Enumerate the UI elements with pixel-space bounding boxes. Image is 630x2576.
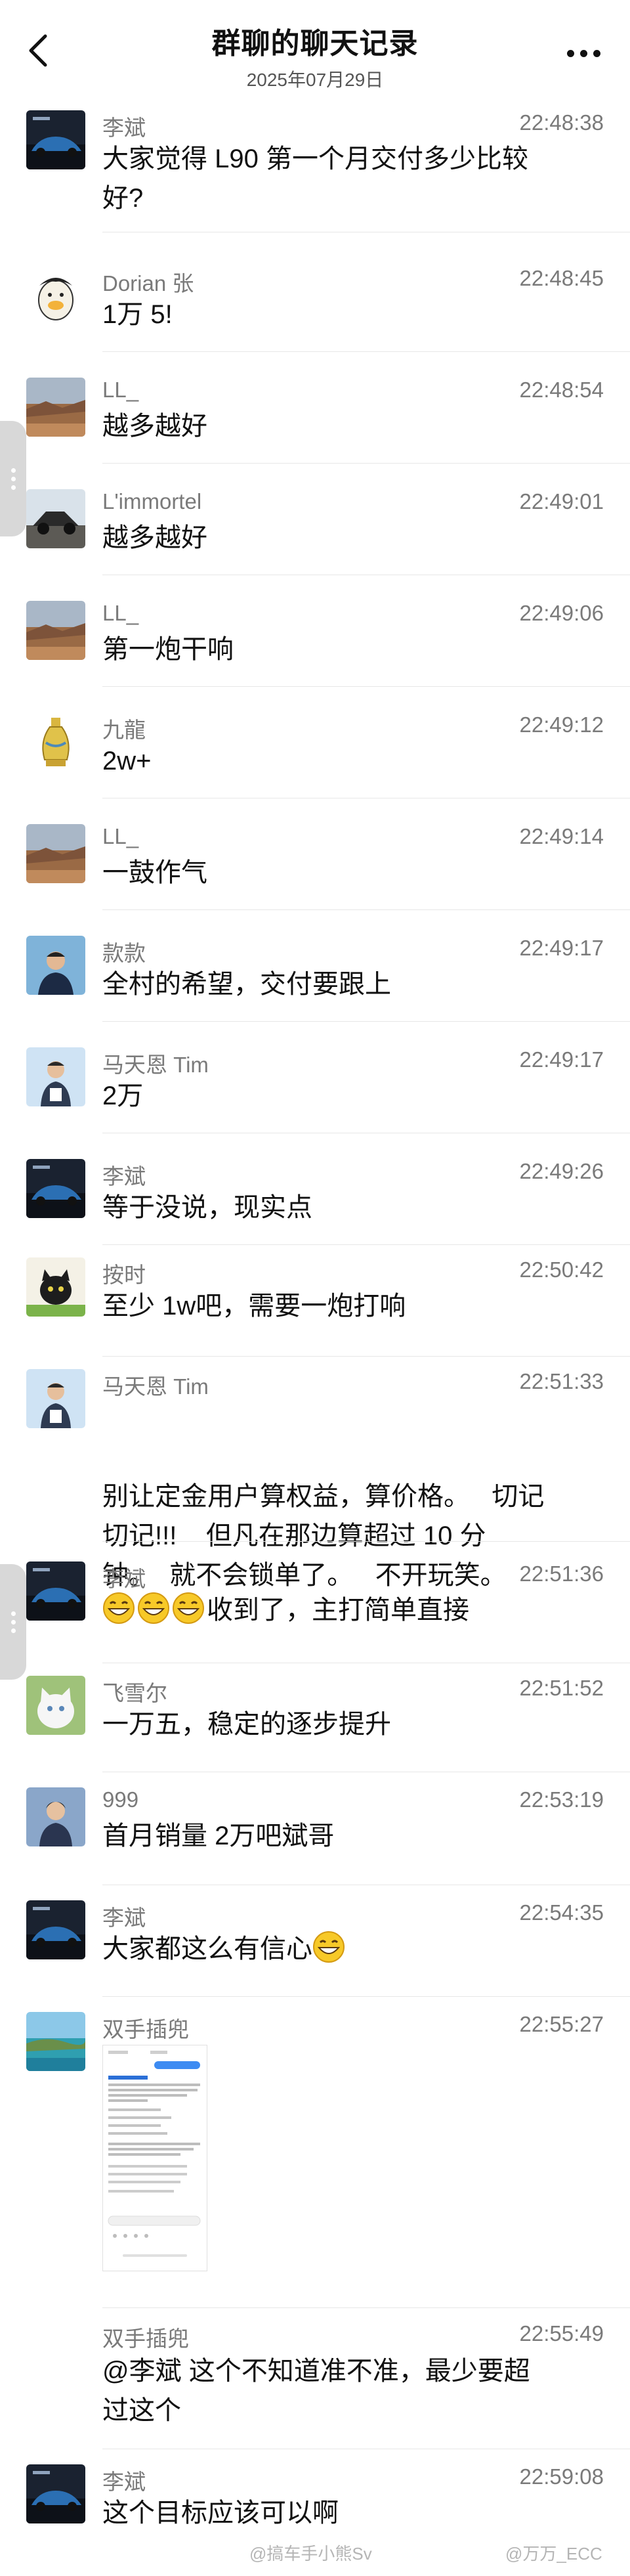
page-title: 群聊的聊天记录 bbox=[211, 28, 419, 60]
message-time: 22:51:52 bbox=[519, 1676, 604, 1700]
sender-name: Dorian 张 bbox=[102, 271, 194, 295]
sender-name: 999 bbox=[102, 1787, 139, 1812]
message-text: 2万 bbox=[102, 1081, 144, 1110]
message-text: 越多越好 bbox=[102, 412, 207, 441]
message-time: 22:49:06 bbox=[519, 601, 604, 625]
message-text: 2w+ bbox=[102, 747, 152, 775]
sender-name: 双手插兜 bbox=[102, 2326, 189, 2351]
side-drawer-handle[interactable] bbox=[0, 421, 26, 536]
avatar[interactable] bbox=[26, 1369, 85, 1428]
grinning-face-icon bbox=[313, 1931, 345, 1963]
avatar[interactable] bbox=[26, 1257, 85, 1317]
avatar[interactable] bbox=[26, 1047, 85, 1106]
sender-name: 李斌 bbox=[102, 1906, 146, 1930]
sender-name: 李斌 bbox=[102, 1164, 146, 1189]
avatar[interactable] bbox=[26, 1787, 85, 1846]
message-time: 22:49:17 bbox=[519, 1047, 604, 1072]
avatar[interactable] bbox=[26, 712, 85, 772]
message-text: 收到了，主打简单直接 bbox=[102, 1590, 604, 1630]
message-text: 第一炮干响 bbox=[102, 635, 234, 664]
watermark-left: @搞车手小熊Sv bbox=[249, 2544, 372, 2564]
sender-name: 按时 bbox=[102, 1263, 146, 1287]
avatar[interactable] bbox=[26, 1900, 85, 1959]
grinning-face-icon bbox=[173, 1592, 204, 1624]
sender-name: LL_ bbox=[102, 601, 139, 625]
message-text: 1万 5! bbox=[102, 300, 173, 329]
message-time: 22:49:14 bbox=[519, 824, 604, 848]
sender-name: 款款 bbox=[102, 941, 146, 965]
sender-name: 李斌 bbox=[102, 2470, 146, 2494]
sender-name: 李斌 bbox=[102, 116, 146, 140]
grinning-face-icon bbox=[103, 1592, 135, 1624]
message-text: 一万五，稳定的逐步提升 bbox=[102, 1710, 391, 1739]
message-time: 22:49:01 bbox=[519, 489, 604, 513]
message-time: 22:55:49 bbox=[519, 2321, 604, 2346]
avatar[interactable] bbox=[26, 378, 85, 437]
message-text: 至少 1w吧，需要一炮打响 bbox=[102, 1292, 406, 1321]
avatar[interactable] bbox=[26, 110, 85, 169]
message-text: 别让定金用户算权益，算价格。 切记 切记!!! 但凡在那边算超过 10 分钟。 就… bbox=[102, 1482, 545, 1590]
sender-name: LL_ bbox=[102, 824, 139, 848]
message-time: 22:59:08 bbox=[519, 2464, 604, 2489]
message-text: 越多越好 bbox=[102, 523, 207, 552]
avatar[interactable] bbox=[26, 1561, 85, 1621]
avatar[interactable] bbox=[26, 936, 85, 995]
message-time: 22:54:35 bbox=[519, 1900, 604, 1925]
screenshot-image[interactable] bbox=[102, 2045, 207, 2271]
message-text: 一鼓作气 bbox=[102, 858, 207, 887]
message-time: 22:51:36 bbox=[519, 1561, 604, 1586]
sender-name: 李斌 bbox=[102, 1567, 146, 1591]
message-time: 22:48:38 bbox=[519, 110, 604, 135]
sender-name: 马天恩 Tim bbox=[102, 1374, 209, 1399]
message-time: 22:49:17 bbox=[519, 936, 604, 960]
message-text: 大家都这么有信心 bbox=[102, 1929, 604, 1969]
message-text: 大家觉得 L90 第一个月交付多少比较 好? bbox=[102, 144, 528, 213]
more-dots-icon bbox=[566, 49, 574, 57]
sender-name: L'immortel bbox=[102, 489, 202, 513]
avatar[interactable] bbox=[26, 489, 85, 548]
avatar[interactable] bbox=[26, 2464, 85, 2523]
avatar[interactable] bbox=[26, 601, 85, 660]
message-time: 22:50:42 bbox=[519, 1257, 604, 1282]
message-time: 22:48:54 bbox=[519, 378, 604, 402]
message-text: 首月销量 2万吧斌哥 bbox=[102, 1822, 335, 1850]
avatar[interactable] bbox=[26, 266, 85, 325]
message-time: 22:48:45 bbox=[519, 266, 604, 290]
sender-name: LL_ bbox=[102, 378, 139, 402]
watermark-right: @万万_ECC bbox=[505, 2544, 602, 2564]
message-text: @李斌 这个不知道准不准，最少要超 过这个 bbox=[102, 2357, 530, 2425]
sender-name: 九龍 bbox=[102, 718, 146, 742]
page-date: 2025年07月29日 bbox=[246, 70, 384, 90]
grinning-face-icon bbox=[138, 1592, 169, 1624]
message-text: 等于没说，现实点 bbox=[102, 1193, 312, 1222]
side-drawer-handle[interactable] bbox=[0, 1564, 26, 1680]
sender-name: 双手插兜 bbox=[102, 2017, 189, 2041]
message-time: 22:55:27 bbox=[519, 2012, 604, 2036]
avatar[interactable] bbox=[26, 2012, 85, 2071]
message-text: 这个目标应该可以啊 bbox=[102, 2499, 339, 2527]
sender-name: 飞雪尔 bbox=[102, 1681, 167, 1705]
message-time: 22:53:19 bbox=[519, 1787, 604, 1812]
avatar[interactable] bbox=[26, 824, 85, 883]
message-time: 22:51:33 bbox=[519, 1369, 604, 1393]
avatar[interactable] bbox=[26, 1159, 85, 1218]
avatar[interactable] bbox=[26, 1676, 85, 1735]
message-time: 22:49:12 bbox=[519, 712, 604, 737]
more-button[interactable] bbox=[560, 37, 606, 70]
message-time: 22:49:26 bbox=[519, 1159, 604, 1183]
message-text: 全村的希望，交付要跟上 bbox=[102, 970, 391, 999]
sender-name: 马天恩 Tim bbox=[102, 1053, 209, 1077]
watermark: @搞车手小熊Sv @万万_ECC bbox=[0, 2530, 630, 2576]
chat-header: 群聊的聊天记录 2025年07月29日 bbox=[0, 0, 630, 96]
